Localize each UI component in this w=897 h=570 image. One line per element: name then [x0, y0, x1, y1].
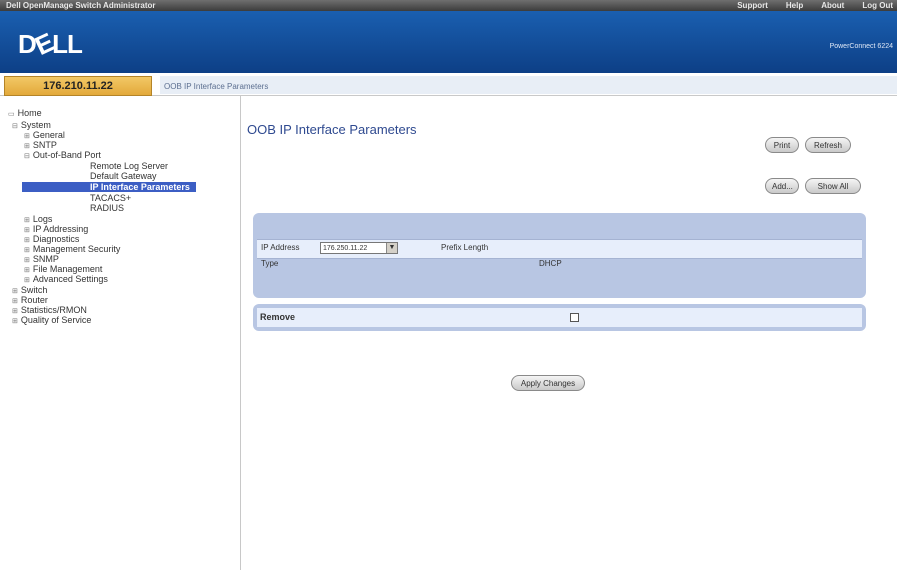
brand-bar: DELL PowerConnect 6224 [0, 11, 897, 73]
refresh-button[interactable]: Refresh [805, 137, 851, 153]
ip-address-value: 176.250.11.22 [323, 245, 368, 252]
expand-icon[interactable]: ⊞ [24, 227, 30, 234]
expand-icon[interactable]: ⊞ [24, 237, 30, 244]
address-bar: 176.210.11.22 OOB IP Interface Parameter… [0, 73, 897, 96]
tree-item-default-gateway[interactable]: Default Gateway [90, 171, 157, 181]
product-label: PowerConnect 6224 [829, 43, 893, 50]
type-label: Type [261, 259, 279, 268]
about-link[interactable]: About [821, 0, 844, 11]
remove-panel: Remove [253, 304, 866, 331]
expand-icon[interactable]: ⊞ [24, 257, 30, 264]
expand-icon[interactable]: ⊞ [24, 247, 30, 254]
tree-item-tacacs[interactable]: TACACS+ [90, 193, 131, 203]
expand-icon[interactable]: ⊞ [12, 288, 18, 295]
expand-icon[interactable]: ⊞ [24, 267, 30, 274]
tree-item-ip-interface-parameters[interactable]: IP Interface Parameters [22, 182, 196, 192]
tree-item-radius[interactable]: RADIUS [90, 203, 124, 213]
device-ip-cell: 176.210.11.22 [4, 76, 152, 96]
support-link[interactable]: Support [737, 0, 768, 11]
remove-checkbox[interactable] [570, 313, 579, 322]
type-value: DHCP [539, 259, 562, 268]
expand-icon[interactable]: ⊞ [24, 277, 30, 284]
print-button[interactable]: Print [765, 137, 799, 153]
remove-row: Remove [257, 308, 862, 327]
show-all-button[interactable]: Show All [805, 178, 861, 194]
remove-label: Remove [260, 312, 296, 322]
expand-icon[interactable]: ⊞ [24, 133, 30, 140]
expand-icon[interactable]: ⊞ [24, 143, 30, 150]
breadcrumb-label: OOB IP Interface Parameters [164, 82, 269, 91]
ip-interface-panel: IP Address 176.250.11.22 ▼ Prefix Length… [253, 213, 866, 298]
expand-icon[interactable]: ⊞ [12, 318, 18, 325]
collapse-icon[interactable]: ⊟ [24, 153, 30, 160]
page-title: OOB IP Interface Parameters [247, 122, 417, 137]
logout-link[interactable]: Log Out [862, 0, 893, 11]
tree-item-remote-log-server[interactable]: Remote Log Server [90, 161, 168, 171]
sidebar-tree: ▭ Home ⊟ System ⊞ General ⊞ SNTP ⊟ Out-of-Ban… [0, 96, 241, 570]
add-button[interactable]: Add... [765, 178, 799, 194]
help-link[interactable]: Help [786, 0, 803, 11]
top-bar: Dell OpenManage Switch Administrator Sup… [0, 0, 897, 11]
ip-address-select[interactable]: 176.250.11.22 ▼ [320, 242, 398, 254]
folder-icon: ▭ [8, 111, 15, 118]
chevron-down-icon[interactable]: ▼ [386, 243, 397, 253]
expand-icon[interactable]: ⊞ [12, 308, 18, 315]
top-links: Support Help About Log Out [737, 0, 893, 11]
tree-item-quality-of-service[interactable]: ⊞ Quality of Service [12, 315, 91, 327]
type-row: Type DHCP [257, 258, 862, 272]
tree-item-home[interactable]: ▭ Home [8, 108, 42, 120]
apply-changes-button[interactable]: Apply Changes [511, 375, 585, 391]
prefix-length-label: Prefix Length [441, 243, 489, 252]
app-title: Dell OpenManage Switch Administrator [6, 1, 156, 10]
ip-address-label: IP Address [261, 243, 300, 252]
dell-logo: DELL [18, 26, 83, 62]
device-ip: 176.210.11.22 [43, 80, 113, 92]
expand-icon[interactable]: ⊞ [24, 217, 30, 224]
breadcrumb: OOB IP Interface Parameters [160, 76, 897, 94]
expand-icon[interactable]: ⊞ [12, 298, 18, 305]
main-content: OOB IP Interface Parameters Print Refres… [241, 96, 897, 570]
collapse-icon[interactable]: ⊟ [12, 123, 18, 130]
